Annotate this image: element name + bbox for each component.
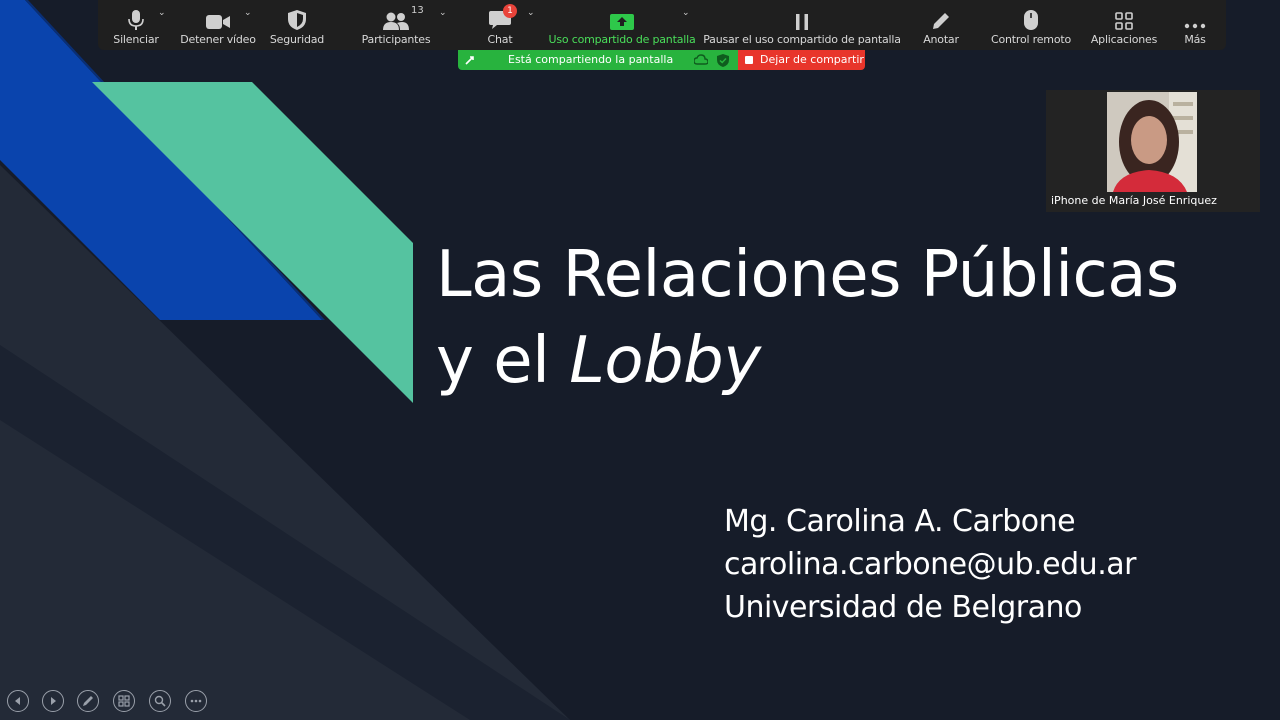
author-name: Mg. Carolina A. Carbone — [724, 504, 1076, 539]
see-all-slides-button[interactable] — [113, 690, 135, 712]
slide-title-line1: Las Relaciones Públicas — [436, 238, 1179, 312]
slide-author-block: Mg. Carolina A. Carbone carolina.carbone… — [724, 500, 1136, 629]
zoom-slide-button[interactable] — [149, 690, 171, 712]
apps-button[interactable]: Aplicaciones — [1088, 0, 1160, 50]
share-screen-button[interactable]: Uso compartido de pantalla — [548, 0, 696, 50]
mute-label: Silenciar — [113, 33, 159, 46]
drag-handle-icon[interactable] — [464, 54, 476, 66]
sharing-status-text: Está compartiendo la pantalla — [508, 53, 674, 66]
apps-label: Aplicaciones — [1090, 33, 1158, 46]
annotate-label: Anotar — [923, 33, 959, 46]
slide-title-plain: y el — [436, 324, 570, 398]
more-button[interactable]: Más — [1178, 0, 1212, 50]
stop-sharing-label: Dejar de compartir — [760, 53, 864, 66]
stop-square-icon — [745, 56, 753, 64]
pause-icon — [795, 0, 809, 30]
meeting-toolbar: Silenciar ⌄ Detener vídeo ⌄ Seguridad Pa… — [98, 0, 1226, 50]
mute-options-chevron-icon[interactable]: ⌄ — [158, 8, 166, 18]
sharing-status-banner[interactable]: Está compartiendo la pantalla — [458, 50, 738, 70]
share-screen-icon — [610, 0, 634, 30]
pause-share-button[interactable]: Pausar el uso compartido de pantalla — [703, 0, 901, 50]
share-screen-label: Uso compartido de pantalla — [548, 33, 696, 46]
slides-grid-icon — [118, 695, 130, 707]
remote-control-button[interactable]: Control remoto — [988, 0, 1074, 50]
more-icon — [190, 699, 202, 703]
chat-button[interactable]: 1 Chat — [480, 0, 520, 50]
apps-icon — [1115, 0, 1133, 30]
participants-options-chevron-icon[interactable]: ⌄ — [439, 8, 447, 18]
next-slide-button[interactable] — [42, 690, 64, 712]
pause-share-label: Pausar el uso compartido de pantalla — [703, 33, 901, 46]
participant-name: iPhone de María José Enriquez — [1051, 194, 1217, 207]
participant-video-tile[interactable]: iPhone de María José Enriquez — [1046, 90, 1260, 212]
share-options-chevron-icon[interactable]: ⌄ — [682, 8, 690, 18]
security-label: Seguridad — [269, 33, 325, 46]
chat-bubble-icon: 1 — [489, 0, 517, 30]
chat-unread-badge: 1 — [503, 4, 517, 18]
slide-title-italic: Lobby — [569, 324, 761, 398]
previous-slide-button[interactable] — [7, 690, 29, 712]
chat-label: Chat — [487, 33, 513, 46]
mute-button[interactable]: Silenciar — [108, 0, 164, 50]
stop-video-label: Detener vídeo — [180, 33, 256, 46]
video-camera-icon — [206, 0, 230, 30]
pencil-icon — [932, 0, 950, 30]
participants-icon — [383, 0, 409, 30]
mouse-icon — [1024, 0, 1038, 30]
slide-title-line2: y el Lobby — [436, 318, 1179, 404]
zoom-icon — [154, 695, 166, 707]
next-icon — [51, 697, 56, 705]
more-dots-icon — [1184, 0, 1206, 30]
participant-video-feed — [1107, 92, 1197, 192]
more-label: Más — [1184, 33, 1206, 46]
previous-icon — [15, 697, 20, 705]
slide-more-options-button[interactable] — [185, 690, 207, 712]
shield-check-icon — [717, 54, 729, 67]
annotate-button[interactable]: Anotar — [914, 0, 968, 50]
remote-control-label: Control remoto — [991, 33, 1071, 46]
pen-tool-button[interactable] — [77, 690, 99, 712]
participants-count: 13 — [411, 5, 424, 16]
chat-options-chevron-icon[interactable]: ⌄ — [527, 8, 535, 18]
microphone-icon — [128, 0, 144, 30]
video-options-chevron-icon[interactable]: ⌄ — [244, 8, 252, 18]
author-email: carolina.carbone@ub.edu.ar — [724, 547, 1136, 582]
participants-label: Participantes — [361, 33, 431, 46]
stop-sharing-button[interactable]: Dejar de compartir — [738, 50, 865, 70]
shield-icon — [288, 0, 306, 30]
cloud-icon — [694, 54, 708, 65]
slide-title: Las Relaciones Públicas y el Lobby — [436, 232, 1179, 404]
security-button[interactable]: Seguridad — [268, 0, 326, 50]
pen-icon — [83, 696, 93, 706]
author-institution: Universidad de Belgrano — [724, 590, 1082, 625]
